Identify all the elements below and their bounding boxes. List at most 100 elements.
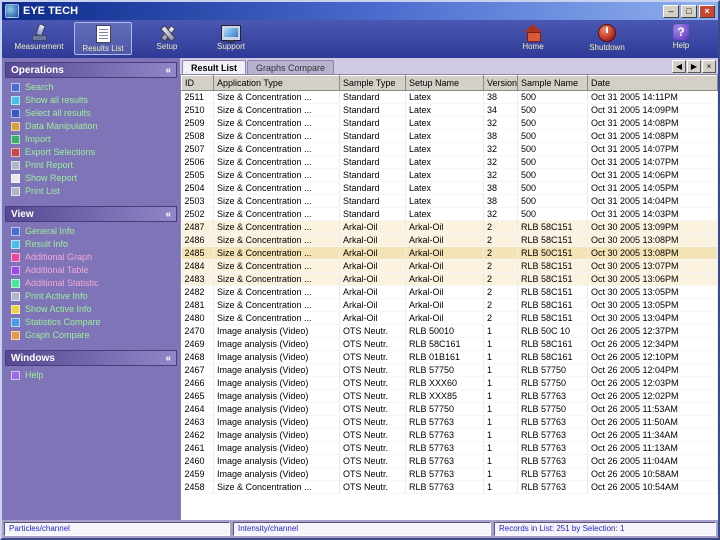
sidebar-item-label: Additional Table bbox=[25, 265, 89, 275]
toolbar-button-setup[interactable]: Setup bbox=[138, 22, 196, 55]
cell: OTS Neutr. bbox=[339, 454, 406, 468]
sidebar-item-print-active-info[interactable]: Print Active Info bbox=[11, 290, 175, 302]
cell: 2 bbox=[483, 272, 518, 286]
table-row[interactable]: 2461 Image analysis (Video) OTS Neutr. RLB … bbox=[181, 441, 718, 455]
sidebar-item-help[interactable]: Help bbox=[11, 369, 175, 381]
cell: RLB 57763 bbox=[517, 428, 588, 442]
cell: 2506 bbox=[181, 155, 214, 169]
sidebar-item-graph-compare[interactable]: Graph Compare bbox=[11, 329, 175, 341]
table-row[interactable]: 2487 Size & Concentration ... Arkal-Oil Ark… bbox=[181, 220, 718, 234]
collapse-chevron-icon[interactable]: « bbox=[165, 209, 171, 220]
cell: Size & Concentration ... bbox=[213, 480, 340, 494]
sidebar-item-select-all-results[interactable]: Select all results bbox=[11, 107, 175, 119]
cell: RLB 50C 10 bbox=[517, 324, 588, 338]
toolbar-button-results-list[interactable]: Results List bbox=[74, 22, 132, 55]
cell: OTS Neutr. bbox=[339, 480, 406, 494]
sidebar-item-statistics-compare[interactable]: Statistics Compare bbox=[11, 316, 175, 328]
sidebar-item-print-report[interactable]: Print Report bbox=[11, 159, 175, 171]
results-table-header: ID Application Type Sample Type Setup Name V… bbox=[181, 75, 718, 91]
column-header-sample-type[interactable]: Sample Type bbox=[339, 75, 406, 91]
table-row[interactable]: 2480 Size & Concentration ... Arkal-Oil Ark… bbox=[181, 311, 718, 325]
sidebar-item-import[interactable]: Import bbox=[11, 133, 175, 145]
table-row[interactable]: 2467 Image analysis (Video) OTS Neutr. RLB … bbox=[181, 363, 718, 377]
sidebar-item-show-active-info[interactable]: Show Active Info bbox=[11, 303, 175, 315]
minimize-button[interactable]: – bbox=[663, 4, 679, 18]
table-row[interactable]: 2483 Size & Concentration ... Arkal-Oil Ark… bbox=[181, 272, 718, 286]
column-header-application-type[interactable]: Application Type bbox=[213, 75, 340, 91]
table-row[interactable]: 2466 Image analysis (Video) OTS Neutr. RLB … bbox=[181, 376, 718, 390]
sidebar-item-show-all-results[interactable]: Show all results bbox=[11, 94, 175, 106]
cell: Oct 31 2005 14:08PM bbox=[587, 129, 718, 143]
graph-compare-icon bbox=[11, 330, 20, 340]
sidebar-item-export-selections[interactable]: Export Selections bbox=[11, 146, 175, 158]
table-row[interactable]: 2503 Size & Concentration ... Standard Late… bbox=[181, 194, 718, 208]
table-row[interactable]: 2502 Size & Concentration ... Standard Late… bbox=[181, 207, 718, 221]
table-row[interactable]: 2482 Size & Concentration ... Arkal-Oil Ark… bbox=[181, 285, 718, 299]
toolbar-button-shutdown[interactable]: Shutdown bbox=[578, 22, 636, 54]
tab-close-button[interactable]: × bbox=[702, 60, 716, 73]
table-row[interactable]: 2481 Size & Concentration ... Arkal-Oil Ark… bbox=[181, 298, 718, 312]
sidebar-item-print-list[interactable]: Print List bbox=[11, 185, 175, 197]
toolbar-button-home[interactable]: Home bbox=[504, 22, 562, 54]
tab-result-list[interactable]: Result List bbox=[182, 60, 247, 74]
table-row[interactable]: 2509 Size & Concentration ... Standard Late… bbox=[181, 116, 718, 130]
cell: 2482 bbox=[181, 285, 214, 299]
table-row[interactable]: 2504 Size & Concentration ... Standard Late… bbox=[181, 181, 718, 195]
column-header-setup-name[interactable]: Setup Name bbox=[405, 75, 484, 91]
column-header-date[interactable]: Date bbox=[587, 75, 718, 91]
cell: RLB 57763 bbox=[405, 480, 484, 494]
sidebar-item-general-info[interactable]: General Info bbox=[11, 225, 175, 237]
tab-scroll-left-button[interactable]: ◀ bbox=[672, 60, 686, 73]
toolbar-button-support[interactable]: Support bbox=[202, 22, 260, 55]
table-row[interactable]: 2460 Image analysis (Video) OTS Neutr. RLB … bbox=[181, 454, 718, 468]
cell: 2510 bbox=[181, 103, 214, 117]
cell: Arkal-Oil bbox=[405, 272, 484, 286]
sidebar-item-additional-graph[interactable]: Additional Graph bbox=[11, 251, 175, 263]
cell: 38 bbox=[483, 129, 518, 143]
table-row[interactable]: 2468 Image analysis (Video) OTS Neutr. RLB … bbox=[181, 350, 718, 364]
cell: 38 bbox=[483, 90, 518, 104]
sidebar-item-additional-table[interactable]: Additional Table bbox=[11, 264, 175, 276]
section-header-operations[interactable]: Operations « bbox=[5, 62, 177, 78]
table-row[interactable]: 2506 Size & Concentration ... Standard Late… bbox=[181, 155, 718, 169]
table-row[interactable]: 2486 Size & Concentration ... Arkal-Oil Ark… bbox=[181, 233, 718, 247]
collapse-chevron-icon[interactable]: « bbox=[165, 65, 171, 76]
table-row[interactable]: 2469 Image analysis (Video) OTS Neutr. RLB … bbox=[181, 337, 718, 351]
table-row[interactable]: 2505 Size & Concentration ... Standard Late… bbox=[181, 168, 718, 182]
table-row-selected[interactable]: 2485 Size & Concentration ... Arkal-Oil Ark… bbox=[181, 246, 718, 260]
cell: 2 bbox=[483, 298, 518, 312]
sidebar-item-result-info[interactable]: Result Info bbox=[11, 238, 175, 250]
toolbar-button-measurement[interactable]: Measurement bbox=[10, 22, 68, 55]
sidebar-item-additional-statistic[interactable]: Additional Statistic bbox=[11, 277, 175, 289]
close-button[interactable]: × bbox=[699, 4, 715, 18]
cell: Size & Concentration ... bbox=[213, 272, 340, 286]
cell: 2 bbox=[483, 259, 518, 273]
table-row[interactable]: 2510 Size & Concentration ... Standard Late… bbox=[181, 103, 718, 117]
toolbar-button-help[interactable]: ? Help bbox=[652, 22, 710, 54]
column-header-version[interactable]: Version bbox=[483, 75, 518, 91]
sidebar-item-show-report[interactable]: Show Report bbox=[11, 172, 175, 184]
section-header-windows[interactable]: Windows « bbox=[5, 350, 177, 366]
tab-graphs-compare[interactable]: Graphs Compare bbox=[247, 60, 335, 74]
table-row[interactable]: 2462 Image analysis (Video) OTS Neutr. RLB … bbox=[181, 428, 718, 442]
tab-scroll-right-button[interactable]: ▶ bbox=[687, 60, 701, 73]
title-bar[interactable]: EYE TECH – □ × bbox=[2, 2, 718, 20]
table-row[interactable]: 2458 Size & Concentration ... OTS Neutr. RL… bbox=[181, 480, 718, 494]
sidebar-item-search[interactable]: Search bbox=[11, 81, 175, 93]
table-row[interactable]: 2508 Size & Concentration ... Standard Late… bbox=[181, 129, 718, 143]
table-row[interactable]: 2511 Size & Concentration ... Standard Late… bbox=[181, 90, 718, 104]
table-row[interactable]: 2459 Image analysis (Video) OTS Neutr. RLB … bbox=[181, 467, 718, 481]
sidebar-item-data-manipulation[interactable]: Data Manipulation bbox=[11, 120, 175, 132]
table-row[interactable]: 2463 Image analysis (Video) OTS Neutr. RLB … bbox=[181, 415, 718, 429]
column-header-sample-name[interactable]: Sample Name bbox=[517, 75, 588, 91]
table-row[interactable]: 2464 Image analysis (Video) OTS Neutr. RLB … bbox=[181, 402, 718, 416]
support-icon bbox=[221, 25, 241, 43]
table-row[interactable]: 2465 Image analysis (Video) OTS Neutr. RLB … bbox=[181, 389, 718, 403]
maximize-button[interactable]: □ bbox=[681, 4, 697, 18]
table-row[interactable]: 2507 Size & Concentration ... Standard Late… bbox=[181, 142, 718, 156]
section-header-view[interactable]: View « bbox=[5, 206, 177, 222]
collapse-chevron-icon[interactable]: « bbox=[165, 353, 171, 364]
table-row[interactable]: 2484 Size & Concentration ... Arkal-Oil Ark… bbox=[181, 259, 718, 273]
column-header-id[interactable]: ID bbox=[181, 75, 214, 91]
table-row[interactable]: 2470 Image analysis (Video) OTS Neutr. RLB … bbox=[181, 324, 718, 338]
